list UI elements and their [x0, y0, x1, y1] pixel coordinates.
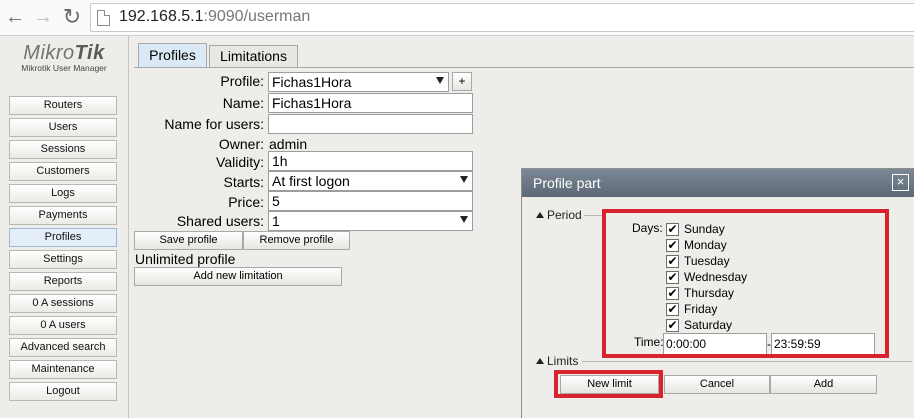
owner-value: admin	[269, 136, 308, 152]
shared-users-label: Shared users:	[176, 213, 264, 229]
chevron-down-icon	[460, 176, 468, 183]
unlimited-profile-text: Unlimited profile	[135, 251, 236, 267]
name-label: Name:	[222, 95, 264, 111]
sidebar-item-maintenance[interactable]: Maintenance	[9, 360, 117, 379]
collapse-triangle-icon	[536, 358, 544, 364]
sidebar-item-active-users[interactable]: 0 A users	[9, 316, 117, 335]
add-button[interactable]: Add	[770, 375, 877, 394]
tab-limitations[interactable]: Limitations	[209, 45, 298, 67]
price-label: Price:	[228, 194, 264, 210]
add-new-limitation-button[interactable]: Add new limitation	[134, 267, 342, 286]
add-profile-button[interactable]: +	[452, 72, 472, 91]
period-rule	[584, 215, 604, 216]
page-icon	[97, 10, 110, 26]
starts-label: Starts:	[223, 174, 264, 190]
sidebar-item-advanced-search[interactable]: Advanced search	[9, 338, 117, 357]
name-for-users-field[interactable]	[268, 114, 473, 134]
name-for-users-label: Name for users:	[164, 116, 264, 132]
limits-section-toggle[interactable]: Limits	[536, 354, 578, 368]
dialog-title: Profile part	[522, 169, 914, 197]
sidebar-item-profiles[interactable]: Profiles	[9, 228, 117, 247]
browser-toolbar: ← → ↻ 192.168.5.1:9090/userman	[0, 0, 914, 36]
profile-label: Profile:	[220, 73, 264, 89]
reload-icon[interactable]: ↻	[61, 6, 83, 28]
sidebar-item-logs[interactable]: Logs	[9, 184, 117, 203]
logo-subtitle: Mikrotik User Manager	[21, 63, 107, 73]
profile-select[interactable]: Fichas1Hora	[268, 72, 449, 92]
sidebar-item-routers[interactable]: Routers	[9, 96, 117, 115]
highlight-new-limit-box	[554, 370, 663, 398]
tab-divider	[134, 67, 914, 68]
chevron-down-icon	[460, 216, 468, 223]
address-bar[interactable]: 192.168.5.1:9090/userman	[90, 3, 914, 32]
chevron-down-icon	[436, 77, 444, 84]
sidebar-item-reports[interactable]: Reports	[9, 272, 117, 291]
price-field[interactable]: 5	[268, 191, 473, 211]
mikrotik-logo: MikroTik Mikrotik User Manager	[12, 42, 116, 73]
sidebar-item-active-sessions[interactable]: 0 A sessions	[9, 294, 117, 313]
sidebar-item-users[interactable]: Users	[9, 118, 117, 137]
name-field[interactable]: Fichas1Hora	[268, 93, 473, 113]
sidebar-item-payments[interactable]: Payments	[9, 206, 117, 225]
sidebar-item-settings[interactable]: Settings	[9, 250, 117, 269]
tab-profiles[interactable]: Profiles	[138, 43, 207, 67]
period-section-toggle[interactable]: Period	[536, 208, 582, 222]
url-text[interactable]: 192.168.5.1:9090/userman	[119, 8, 310, 26]
profile-part-dialog: Profile part × Period Days: ✔ Sunday ✔ M…	[521, 168, 914, 418]
remove-profile-button[interactable]: Remove profile	[243, 231, 350, 250]
sidebar-item-customers[interactable]: Customers	[9, 162, 117, 181]
limits-rule	[582, 361, 912, 362]
forward-arrow-icon[interactable]: →	[32, 6, 54, 28]
save-profile-button[interactable]: Save profile	[134, 231, 243, 250]
cancel-button[interactable]: Cancel	[664, 375, 770, 394]
collapse-triangle-icon	[536, 212, 544, 218]
highlight-period-box	[602, 209, 889, 358]
validity-label: Validity:	[216, 154, 264, 170]
sidebar-item-logout[interactable]: Logout	[9, 382, 117, 401]
sidebar-divider	[128, 36, 129, 418]
shared-users-select[interactable]: 1	[268, 211, 473, 231]
starts-select[interactable]: At first logon	[268, 171, 473, 191]
back-arrow-icon[interactable]: ←	[4, 6, 26, 28]
close-icon[interactable]: ×	[892, 174, 909, 191]
sidebar-item-sessions[interactable]: Sessions	[9, 140, 117, 159]
owner-label: Owner:	[218, 136, 264, 152]
validity-field[interactable]: 1h	[268, 151, 473, 171]
